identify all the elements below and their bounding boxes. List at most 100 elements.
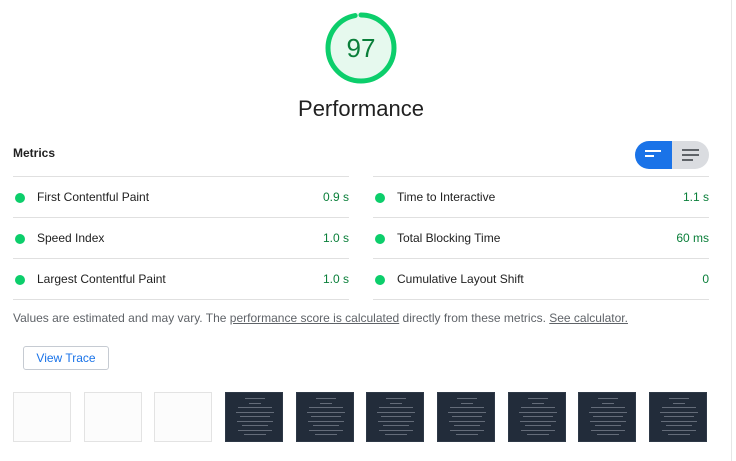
metric-value: 0 bbox=[702, 272, 709, 286]
thumbnail-text-line bbox=[383, 425, 409, 426]
metric-total-blocking-time: Total Blocking Time 60 ms bbox=[373, 218, 709, 258]
thumbnail-text-line bbox=[379, 429, 413, 431]
thumbnail-text-line bbox=[309, 429, 343, 431]
thumbnail-text-line bbox=[673, 402, 685, 404]
pass-indicator-icon bbox=[375, 275, 385, 285]
filmstrip-frame bbox=[578, 392, 636, 442]
thumbnail-text-line bbox=[521, 429, 555, 431]
thumbnail-text-line bbox=[385, 434, 407, 435]
thumbnail-text-line bbox=[320, 402, 332, 404]
pass-indicator-icon bbox=[15, 193, 25, 203]
metric-label: Cumulative Layout Shift bbox=[397, 272, 524, 286]
thumbnail-text-line bbox=[449, 420, 485, 422]
filmstrip-frame bbox=[13, 392, 71, 442]
metric-time-to-interactive: Time to Interactive 1.1 s bbox=[373, 177, 709, 217]
filmstrip-frame bbox=[296, 392, 354, 442]
metrics-disclaimer: Values are estimated and may vary. The p… bbox=[13, 311, 628, 325]
thumbnail-text-line bbox=[520, 420, 556, 422]
metric-label: Time to Interactive bbox=[397, 190, 496, 204]
thumbnail-text-line bbox=[591, 429, 625, 431]
thumbnail-text-line bbox=[386, 398, 406, 399]
thumbnail-text-line bbox=[378, 420, 414, 422]
thumbnail-text-line bbox=[525, 425, 551, 426]
thumbnail-text-line bbox=[597, 434, 619, 435]
expanded-view-button[interactable] bbox=[672, 141, 709, 169]
metrics-heading: Metrics bbox=[13, 146, 56, 160]
pass-indicator-icon bbox=[15, 275, 25, 285]
metrics-divider bbox=[373, 299, 709, 300]
performance-score-gauge[interactable]: 97 bbox=[323, 10, 399, 86]
metric-speed-index: Speed Index 1.0 s bbox=[13, 218, 349, 258]
thumbnail-text-line bbox=[593, 416, 623, 417]
thumbnail-text-line bbox=[669, 398, 689, 399]
metric-first-contentful-paint: First Contentful Paint 0.9 s bbox=[13, 177, 349, 217]
category-title: Performance bbox=[298, 96, 424, 121]
disclaimer-text: Values are estimated and may vary. The bbox=[13, 311, 230, 325]
thumbnail-text-line bbox=[240, 416, 270, 417]
thumbnail-text-line bbox=[309, 407, 343, 408]
metric-value: 1.1 s bbox=[682, 190, 709, 204]
thumbnail-text-line bbox=[311, 416, 341, 417]
score-calculation-link[interactable]: performance score is calculated bbox=[230, 311, 399, 325]
thumbnail-text-line bbox=[308, 420, 344, 422]
thumbnail-text-line bbox=[316, 398, 336, 399]
filmstrip-frame bbox=[154, 392, 212, 442]
collapsed-view-button[interactable] bbox=[635, 141, 672, 169]
score-value: 97 bbox=[346, 33, 376, 63]
metric-value: 60 ms bbox=[676, 231, 709, 245]
thumbnail-text-line bbox=[452, 416, 482, 417]
thumbnail-text-line bbox=[521, 407, 555, 408]
thumbnail-text-line bbox=[595, 425, 621, 426]
collapsed-view-icon bbox=[645, 150, 661, 157]
thumbnail-text-line bbox=[662, 429, 696, 431]
thumbnail-text-line bbox=[249, 402, 261, 404]
thumbnail-text-line bbox=[660, 411, 698, 413]
thumbnail-text-line bbox=[448, 411, 486, 413]
thumbnail-text-line bbox=[450, 429, 484, 431]
metric-value: 0.9 s bbox=[322, 190, 349, 204]
filmstrip-frame bbox=[437, 392, 495, 442]
thumbnail-text-line bbox=[532, 402, 544, 404]
filmstrip-frame bbox=[649, 392, 707, 442]
thumbnail-text-line bbox=[523, 416, 553, 417]
view-trace-button[interactable]: View Trace bbox=[23, 346, 109, 370]
pass-indicator-icon bbox=[15, 234, 25, 244]
thumbnail-text-line bbox=[238, 429, 272, 431]
thumbnail-text-line bbox=[237, 420, 273, 422]
metrics-view-toggle[interactable] bbox=[635, 141, 709, 169]
thumbnail-text-line bbox=[456, 434, 478, 435]
right-edge-border bbox=[731, 0, 732, 461]
metric-label: Largest Contentful Paint bbox=[37, 272, 166, 286]
thumbnail-text-line bbox=[519, 411, 557, 413]
see-calculator-link[interactable]: See calculator. bbox=[549, 311, 628, 325]
thumbnail-text-line bbox=[590, 420, 626, 422]
filmstrip-frame bbox=[508, 392, 566, 442]
thumbnail-text-line bbox=[236, 411, 274, 413]
thumbnail-text-line bbox=[589, 411, 627, 413]
metric-label: Total Blocking Time bbox=[397, 231, 501, 245]
filmstrip-frame bbox=[366, 392, 424, 442]
thumbnail-text-line bbox=[238, 407, 272, 408]
filmstrip-frame bbox=[84, 392, 142, 442]
thumbnail-text-line bbox=[461, 402, 473, 404]
expanded-view-icon bbox=[682, 149, 699, 161]
thumbnail-text-line bbox=[313, 425, 339, 426]
thumbnail-text-line bbox=[528, 398, 548, 399]
thumbnail-text-line bbox=[527, 434, 549, 435]
thumbnail-text-line bbox=[602, 402, 614, 404]
thumbnail-text-line bbox=[598, 398, 618, 399]
metric-label: Speed Index bbox=[37, 231, 105, 245]
metric-label: First Contentful Paint bbox=[37, 190, 150, 204]
thumbnail-text-line bbox=[457, 398, 477, 399]
thumbnail-text-line bbox=[381, 416, 411, 417]
thumbnail-text-line bbox=[244, 434, 266, 435]
filmstrip-frame bbox=[225, 392, 283, 442]
metric-largest-contentful-paint: Largest Contentful Paint 1.0 s bbox=[13, 259, 349, 299]
thumbnail-text-line bbox=[666, 425, 692, 426]
thumbnail-text-line bbox=[450, 407, 484, 408]
thumbnail-text-line bbox=[377, 411, 415, 413]
thumbnail-text-line bbox=[591, 407, 625, 408]
thumbnail-text-line bbox=[454, 425, 480, 426]
thumbnail-text-line bbox=[245, 398, 265, 399]
thumbnail-text-line bbox=[307, 411, 345, 413]
